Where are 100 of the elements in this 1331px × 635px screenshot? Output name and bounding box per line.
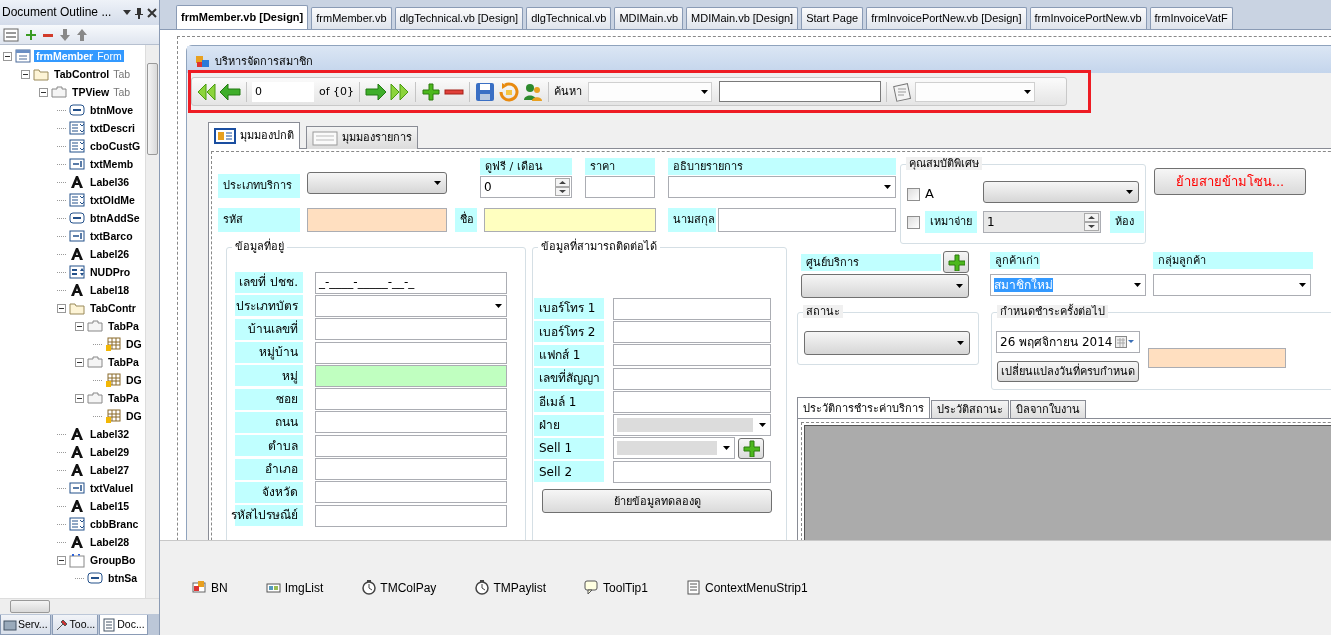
calendar-icon[interactable] — [1115, 335, 1135, 349]
tree-item[interactable]: txtValueI — [88, 481, 136, 495]
back-arrow-icon[interactable] — [219, 81, 241, 102]
notepad-icon[interactable] — [892, 81, 913, 102]
input-field[interactable] — [307, 208, 447, 232]
document-tab[interactable]: MDIMain.vb [Design] — [686, 7, 799, 29]
component-label[interactable]: ContextMenuStrip1 — [704, 580, 808, 596]
input-field[interactable] — [613, 297, 771, 320]
position-field[interactable]: 0 — [252, 81, 314, 102]
input-field[interactable] — [613, 367, 771, 390]
tree-item[interactable]: txtDescri — [88, 121, 137, 135]
component-label[interactable]: TMColPay — [380, 580, 437, 596]
dropdown-icon[interactable] — [123, 10, 131, 15]
document-tab[interactable]: dlgTechnical.vb [Design] — [394, 7, 524, 29]
scrollbar[interactable] — [145, 45, 159, 598]
tree-item[interactable]: DG — [124, 373, 144, 387]
tree-item[interactable]: Label18 — [88, 283, 132, 297]
document-tab[interactable]: frmInvoicePortNew.vb [Design] — [866, 7, 1027, 29]
tree-item[interactable]: TabPa — [106, 355, 141, 369]
tree-item[interactable]: cbbBranc — [88, 517, 141, 531]
input-field[interactable] — [315, 411, 507, 434]
input-field[interactable]: _-____-_____-__-_ — [315, 271, 507, 294]
users-icon[interactable] — [523, 81, 544, 102]
move-up-icon[interactable] — [77, 28, 87, 41]
date-field[interactable]: 26 พฤศจิกายน 2014 — [996, 331, 1140, 353]
first-record-icon[interactable] — [196, 81, 216, 102]
input-field[interactable] — [315, 388, 507, 411]
search-field[interactable] — [719, 81, 882, 102]
input-field[interactable] — [315, 434, 507, 457]
collapse-icon[interactable] — [21, 69, 30, 79]
tree-item[interactable]: Label29 — [88, 445, 132, 459]
collapse-icon[interactable] — [75, 393, 84, 403]
input-field[interactable] — [613, 390, 771, 413]
number-field[interactable]: 0 — [480, 176, 572, 198]
tree-item[interactable]: DG — [124, 409, 144, 423]
save-icon[interactable] — [475, 81, 496, 102]
document-tab[interactable]: MDIMain.vb — [614, 7, 684, 29]
add-icon[interactable] — [26, 29, 36, 40]
tab-order-icon[interactable] — [3, 27, 19, 42]
component-label[interactable]: ToolTip1 — [603, 580, 648, 596]
add-icon[interactable] — [421, 81, 442, 102]
input-field[interactable] — [613, 460, 771, 483]
tree-item[interactable]: TPView Tab — [70, 85, 133, 99]
tab[interactable]: ประวัติการชำระค่าบริการ — [797, 397, 930, 419]
component-label[interactable]: BN — [211, 580, 228, 596]
input-field[interactable] — [718, 208, 896, 232]
tree-item[interactable]: Label32 — [88, 427, 132, 441]
tree-item[interactable]: DG — [124, 337, 144, 351]
panel-tab[interactable]: Too... — [51, 615, 99, 635]
dropdown-field[interactable] — [668, 176, 896, 198]
dropdown-field[interactable] — [1153, 274, 1311, 296]
dropdown[interactable] — [307, 172, 447, 194]
refresh-icon[interactable] — [498, 81, 521, 102]
dropdown[interactable] — [983, 181, 1139, 203]
dropdown[interactable] — [804, 331, 970, 355]
tree-item[interactable]: TabContr — [88, 301, 138, 315]
tree-item[interactable]: TabPa — [106, 391, 141, 405]
tree-item[interactable]: btnAddSe — [88, 211, 142, 225]
dropdown-field[interactable] — [315, 294, 507, 317]
document-tab[interactable]: frmMember.vb [Design] — [176, 5, 309, 29]
tree-item[interactable]: Label36 — [88, 175, 132, 189]
input-field[interactable] — [484, 208, 656, 232]
collapse-icon[interactable] — [3, 51, 12, 61]
input-field[interactable] — [315, 481, 507, 504]
document-tab[interactable]: frmInvoicePortNew.vb — [1029, 7, 1147, 29]
button[interactable]: เปลี่ยนแปลงวันที่ครบกำหนด — [997, 361, 1139, 382]
input-field[interactable] — [585, 176, 655, 198]
close-icon[interactable] — [147, 7, 157, 18]
tree-item[interactable]: Label15 — [88, 499, 132, 513]
panel-tab[interactable]: Doc... — [99, 615, 148, 635]
collapse-icon[interactable] — [39, 87, 48, 97]
tab[interactable]: มุมมองปกติ — [208, 122, 300, 149]
document-tab[interactable]: dlgTechnical.vb — [526, 7, 612, 29]
move-down-icon[interactable] — [60, 28, 70, 41]
component-label[interactable]: TMPaylist — [493, 580, 547, 596]
component-label[interactable]: ImgList — [284, 580, 324, 596]
pin-icon[interactable] — [134, 6, 144, 19]
input-field[interactable] — [315, 504, 507, 527]
add-button[interactable] — [943, 251, 969, 273]
tree-item[interactable]: txtBarco — [88, 229, 135, 243]
button[interactable]: ย้ายข้อมูลทดลองดู — [542, 489, 772, 514]
tree-item[interactable]: btnMove — [88, 103, 136, 117]
input-field[interactable] — [315, 364, 507, 387]
tree-item[interactable]: TabPa — [106, 319, 141, 333]
tree-item[interactable]: txtOldMe — [88, 193, 137, 207]
tree-item[interactable]: TabControl Tab — [52, 67, 133, 81]
tree-item[interactable]: Label28 — [88, 535, 132, 549]
panel-tab[interactable]: Serv... — [0, 615, 51, 635]
document-tab[interactable]: frmInvoiceVatF — [1149, 7, 1233, 29]
scrollbar[interactable] — [0, 598, 159, 614]
collapse-icon[interactable] — [75, 357, 84, 367]
collapse-icon[interactable] — [57, 555, 66, 565]
collapse-icon[interactable] — [57, 303, 66, 313]
document-tab[interactable]: frmMember.vb — [311, 7, 392, 29]
add-button[interactable] — [738, 437, 764, 459]
dropdown[interactable] — [801, 274, 969, 298]
tree-item[interactable]: NUDPro — [88, 265, 133, 279]
tree-item[interactable]: Label26 — [88, 247, 132, 261]
collapse-icon[interactable] — [75, 321, 84, 331]
input-field[interactable] — [315, 458, 507, 480]
